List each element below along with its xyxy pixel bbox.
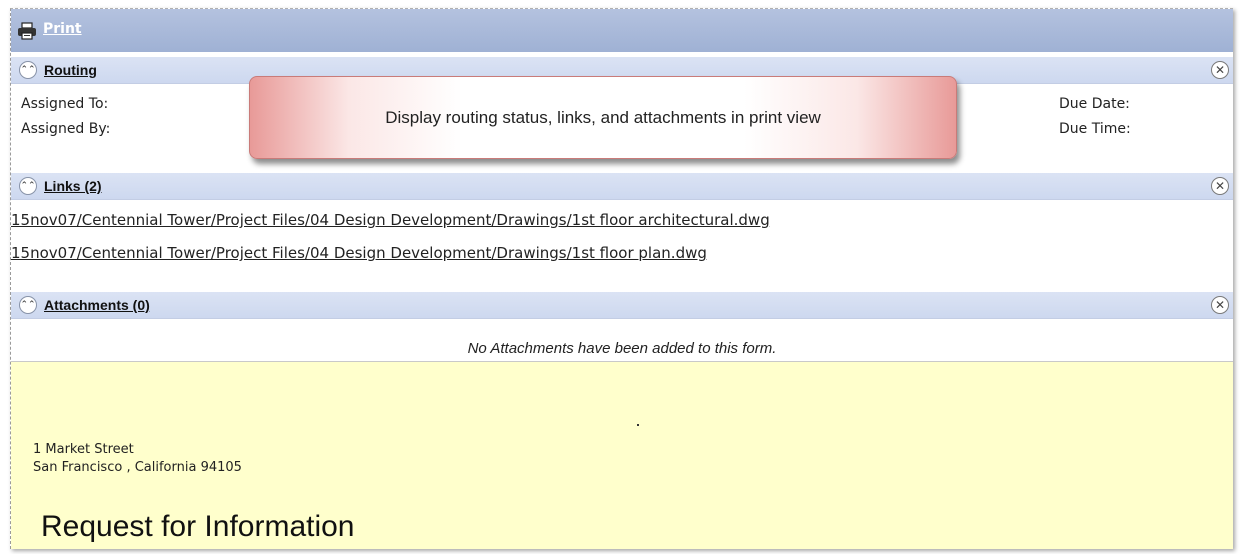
form-title: Request for Information [41, 510, 355, 543]
attachments-section-title[interactable]: Attachments (0) [44, 297, 150, 313]
collapse-up-icon[interactable]: ⌃⌃ [19, 296, 37, 314]
due-date-label: Due Date: [1059, 96, 1130, 112]
routing-section-title[interactable]: Routing [44, 62, 97, 78]
no-attachments-message: No Attachments have been added to this f… [467, 340, 777, 357]
attachments-section-header: ⌃⌃ Attachments (0) ✕ [11, 292, 1233, 319]
printer-icon[interactable] [17, 22, 37, 44]
address-line-2: San Francisco , California 94105 [33, 460, 242, 475]
assigned-by-label: Assigned By: [21, 121, 111, 137]
links-section-title[interactable]: Links (2) [44, 178, 102, 194]
callout-text: Display routing status, links, and attac… [385, 108, 821, 127]
info-callout: Display routing status, links, and attac… [249, 76, 957, 159]
form-preview: 1 Market Street San Francisco , Californ… [11, 362, 1233, 549]
print-link[interactable]: Print [43, 21, 82, 37]
print-view-frame: Print ⌃⌃ Routing ✕ Assigned To: Assigned… [10, 8, 1233, 549]
close-icon[interactable]: ✕ [1211, 177, 1229, 195]
print-toolbar: Print [11, 9, 1233, 52]
link-item-2[interactable]: 15nov07/Centennial Tower/Project Files/0… [11, 244, 707, 262]
close-icon[interactable]: ✕ [1211, 61, 1229, 79]
collapse-up-icon[interactable]: ⌃⌃ [19, 61, 37, 79]
dot-mark [637, 424, 639, 426]
links-section-header: ⌃⌃ Links (2) ✕ [11, 173, 1233, 200]
collapse-up-icon[interactable]: ⌃⌃ [19, 177, 37, 195]
link-item-1[interactable]: 15nov07/Centennial Tower/Project Files/0… [11, 211, 770, 229]
close-icon[interactable]: ✕ [1211, 296, 1229, 314]
address-line-1: 1 Market Street [33, 442, 134, 457]
due-time-label: Due Time: [1059, 121, 1131, 137]
assigned-to-label: Assigned To: [21, 96, 109, 112]
